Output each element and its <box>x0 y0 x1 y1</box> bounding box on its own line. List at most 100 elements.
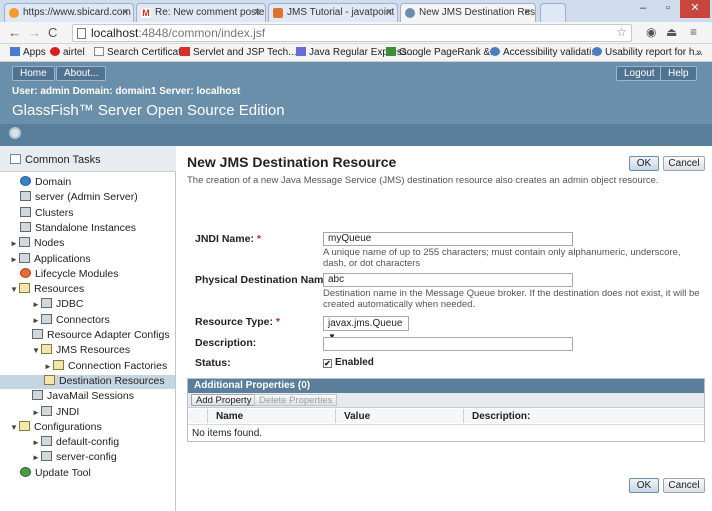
sidebar-item-jndi[interactable]: ► JNDI <box>32 405 79 420</box>
more-bookmarks-icon[interactable]: » <box>696 47 702 58</box>
sidebar-item-javamail-sessions[interactable]: JavaMail Sessions <box>32 390 134 404</box>
collapse-icon[interactable]: ▼ <box>10 423 19 432</box>
table-toolbar: Add Property Delete Properties <box>188 393 704 408</box>
sidebar-item-nodes[interactable]: ► Nodes <box>10 237 64 251</box>
navigation-tree: Common Tasks Domain server (Admin Server)… <box>0 146 176 511</box>
tab-label: New JMS Destination Reso <box>419 7 536 18</box>
sidebar-item-connection-factories[interactable]: ► Connection Factories <box>44 359 167 374</box>
window-close-icon[interactable]: ✕ <box>680 0 710 18</box>
close-icon[interactable]: ✕ <box>121 7 129 18</box>
browser-tab[interactable]: JMS Tutorial - javatpoint ✕ <box>268 3 398 22</box>
sidebar-item-update-tool[interactable]: Update Tool <box>20 466 91 481</box>
browser-tab[interactable]: https://www.sbicard.com ✕ <box>4 3 134 22</box>
about-button[interactable]: About... <box>56 66 107 81</box>
bookmark-accessibility[interactable]: Accessibility validati... <box>490 47 600 58</box>
sidebar-item-domain[interactable]: Domain <box>20 176 71 190</box>
cancel-button[interactable]: Cancel <box>663 156 705 171</box>
bookmark-apps[interactable]: Apps <box>10 47 46 58</box>
column-header-value[interactable]: Value <box>336 409 464 423</box>
physical-destination-input[interactable]: abc <box>323 273 573 287</box>
sidebar-item-connectors[interactable]: ► Connectors <box>32 313 110 328</box>
column-header-name[interactable]: Name <box>208 409 336 423</box>
expand-icon[interactable]: ► <box>10 255 19 264</box>
new-tab-button[interactable] <box>540 3 566 22</box>
expand-icon[interactable]: ► <box>32 316 41 325</box>
collapse-icon[interactable]: ▼ <box>32 346 41 355</box>
expand-icon[interactable]: ► <box>32 453 41 462</box>
sidebar-item-resource-adapter-configs[interactable]: Resource Adapter Configs <box>32 329 170 343</box>
close-icon[interactable]: ✕ <box>253 7 261 18</box>
pc-icon <box>41 436 52 447</box>
browser-tab-active[interactable]: New JMS Destination Reso ✕ <box>400 3 536 22</box>
minimize-icon[interactable]: – <box>630 0 656 18</box>
bookmark-usability[interactable]: Usability report for h... <box>592 47 703 58</box>
bookmark-airtel[interactable]: airtel <box>50 47 85 58</box>
globe-icon <box>9 8 19 18</box>
gmail-icon: M <box>141 8 151 18</box>
expand-icon[interactable]: ► <box>32 300 41 309</box>
ok-button-bottom[interactable]: OK <box>629 478 659 493</box>
menu-icon[interactable]: ≡ <box>690 25 697 39</box>
close-icon[interactable]: ✕ <box>523 7 531 18</box>
sidebar-item-clusters[interactable]: Clusters <box>20 206 74 221</box>
tab-label: https://www.sbicard.com <box>23 7 131 18</box>
common-tasks-link[interactable]: Common Tasks <box>0 146 176 172</box>
sidebar-item-standalone-instances[interactable]: Standalone Instances <box>20 221 136 236</box>
enabled-checkbox[interactable]: ✔ Enabled <box>323 357 374 368</box>
browser-tab[interactable]: M Re: New comment posted ✕ <box>136 3 266 22</box>
pc-icon <box>20 206 31 217</box>
reload-icon[interactable]: C <box>48 25 57 40</box>
mod-icon <box>20 267 31 278</box>
folder-icon <box>19 420 30 431</box>
folder-icon <box>53 359 64 370</box>
expand-icon[interactable]: ► <box>32 408 41 417</box>
jndi-name-input[interactable]: myQueue <box>323 232 573 246</box>
column-header-description[interactable]: Description: <box>464 409 704 423</box>
ok-button[interactable]: OK <box>629 156 659 171</box>
expand-icon[interactable]: ► <box>32 438 41 447</box>
expand-icon[interactable]: ► <box>44 362 53 371</box>
table-title: Additional Properties (0) <box>188 379 704 393</box>
expand-icon[interactable]: ► <box>10 239 19 248</box>
select-all-column[interactable] <box>188 409 208 423</box>
collapse-icon[interactable]: ▼ <box>10 285 19 294</box>
url-path: :4848/common/index.jsf <box>138 26 266 40</box>
back-icon[interactable]: ← <box>8 25 21 40</box>
sidebar-item-configurations[interactable]: ▼ Configurations <box>10 420 102 435</box>
sidebar-item-resources[interactable]: ▼ Resources <box>10 283 84 297</box>
sidebar-item-server-config[interactable]: ► server-config <box>32 451 117 465</box>
bookmark-search-certificate[interactable]: Search Certificate <box>94 47 186 58</box>
sidebar-item-default-config[interactable]: ► default-config <box>32 436 119 450</box>
home-button[interactable]: Home <box>12 66 55 81</box>
sidebar-item-label: Configurations <box>34 420 102 433</box>
help-button[interactable]: Help <box>660 66 697 81</box>
resource-type-select[interactable]: javax.jms.Queue ▼ <box>323 316 409 341</box>
sidebar-item-jms-resources[interactable]: ▼ JMS Resources <box>32 344 130 358</box>
star-icon[interactable]: ☆ <box>616 25 627 39</box>
pc-icon <box>20 191 31 202</box>
pc-icon <box>32 390 43 401</box>
add-property-button[interactable]: Add Property <box>191 394 257 406</box>
maximize-icon[interactable]: ▫ <box>656 0 680 18</box>
gear-icon[interactable] <box>9 127 21 139</box>
cancel-button-bottom[interactable]: Cancel <box>663 478 705 493</box>
bookmark-servlet[interactable]: Servlet and JSP Tech... <box>180 47 297 58</box>
description-input[interactable] <box>323 337 573 351</box>
sidebar-item-lifecycle-modules[interactable]: Lifecycle Modules <box>20 267 118 282</box>
sidebar-item-applications[interactable]: ► Applications <box>10 252 91 267</box>
extension-icon[interactable]: ◉ <box>646 25 656 39</box>
logout-button[interactable]: Logout <box>616 66 663 81</box>
sidebar-item-server-admin-server[interactable]: server (Admin Server) <box>20 191 138 205</box>
close-icon[interactable]: ✕ <box>385 7 393 18</box>
extension-icon[interactable]: ⏏ <box>666 25 677 39</box>
bookmark-pagerank[interactable]: Google PageRank &... <box>386 47 499 58</box>
forward-icon[interactable]: → <box>28 25 41 40</box>
pagerank-icon <box>386 47 396 56</box>
checkmark-icon: ✔ <box>323 359 332 368</box>
sidebar-item-destination-resources[interactable]: Destination Resources <box>0 374 175 389</box>
pc-icon <box>41 298 52 309</box>
sidebar-item-jdbc[interactable]: ► JDBC <box>32 298 83 312</box>
url-input[interactable]: localhost:4848/common/index.jsf ☆ <box>72 24 632 42</box>
empty-table-message: No items found. <box>188 424 704 440</box>
sidebar-item-label: server-config <box>56 451 117 464</box>
